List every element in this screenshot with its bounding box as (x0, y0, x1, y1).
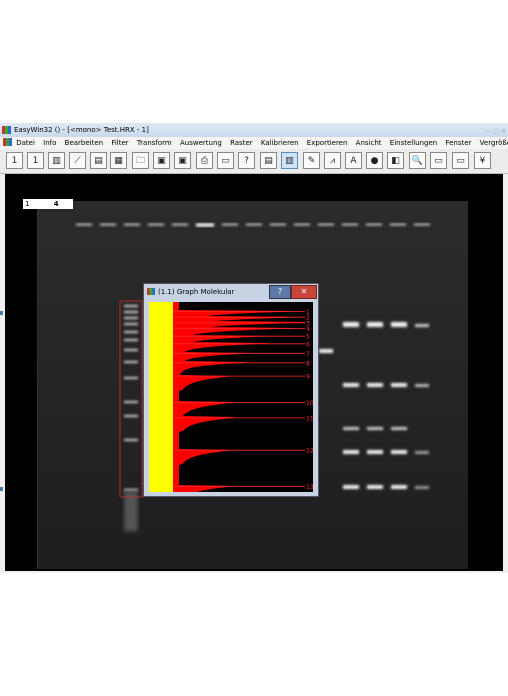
open-folder-icon[interactable]: 🗀 (132, 152, 149, 169)
graph-icon[interactable]: ⩘ (324, 152, 341, 169)
peak-label-11: 11 (306, 415, 313, 422)
window2-icon[interactable]: ▭ (452, 152, 469, 169)
color-icon[interactable]: ● (366, 152, 383, 169)
more-icon[interactable]: ¥ (474, 152, 491, 169)
peak-label-12: 12 (306, 448, 313, 455)
contrast-icon[interactable]: ◧ (387, 152, 404, 169)
tool-6-icon[interactable]: ▦ (110, 152, 127, 169)
window-title: EasyWin32 () - [<mono> Test.HRX - 1] (14, 126, 149, 134)
save-icon[interactable]: ▣ (153, 152, 170, 169)
left-scroll-marker-2[interactable] (0, 487, 3, 491)
app-icon (2, 126, 11, 134)
peak-label-6: 6 (306, 341, 310, 348)
menu-einstellungen[interactable]: Einstellungen (390, 139, 437, 147)
graph-close-button[interactable]: ✕ (291, 285, 317, 299)
edit-icon[interactable]: ▤ (260, 152, 277, 169)
menu-ansicht[interactable]: Ansicht (356, 139, 382, 147)
help-icon[interactable]: ? (238, 152, 255, 169)
coordinate-box: 1 4 (23, 199, 73, 209)
menu-transform[interactable]: Transform (137, 139, 172, 147)
profile-fill (173, 302, 308, 492)
title-bar: EasyWin32 () - [<mono> Test.HRX - 1] — ▢… (0, 123, 508, 137)
peak-label-13: 13 (306, 484, 313, 491)
density-profile: 12345678910111213 (149, 302, 314, 492)
peak-label-8: 8 (306, 360, 310, 367)
menu-info[interactable]: Info (43, 139, 56, 147)
tool-3-icon[interactable]: ▥ (48, 152, 65, 169)
tool-2-icon[interactable]: 1 (27, 152, 44, 169)
menu-bar: Datei Info Bearbeiten Filter Transform A… (0, 137, 508, 149)
menu-bearbeiten[interactable]: Bearbeiten (65, 139, 103, 147)
menu-auswertung[interactable]: Auswertung (180, 139, 222, 147)
left-scroll-marker[interactable] (0, 311, 3, 315)
coord-label: 1 (25, 200, 30, 208)
window-icon[interactable]: ▭ (430, 152, 447, 169)
peak-label-10: 10 (306, 400, 313, 407)
peak-label-9: 9 (306, 374, 310, 381)
menu-exportieren[interactable]: Exportieren (307, 139, 348, 147)
zoom-icon[interactable]: 🔍 (409, 152, 426, 169)
menu-filter[interactable]: Filter (111, 139, 128, 147)
graph-plot-area[interactable]: 1 2 3 4 5 6 7 8 9 10 11 12 13 (149, 302, 314, 492)
lanes-icon[interactable]: ▥ (281, 152, 298, 169)
image-icon[interactable]: ▭ (217, 152, 234, 169)
graph-molekular-window[interactable]: (1.1) Graph Molekular ? ✕ 1 2 3 4 5 6 7 8 9 10 11 1… (143, 283, 319, 497)
menu-datei[interactable]: Datei (16, 139, 35, 147)
baseline-band (149, 302, 173, 492)
text-icon[interactable]: A (345, 152, 362, 169)
tool-4-icon[interactable]: ⟋ (69, 152, 86, 169)
menu-fenster[interactable]: Fenster (445, 139, 471, 147)
save-as-icon[interactable]: ▣ (174, 152, 191, 169)
peak-label-4: 4 (306, 326, 310, 333)
tool-1-icon[interactable]: 1 (6, 152, 23, 169)
graph-help-button[interactable]: ? (269, 285, 291, 299)
menu-raster[interactable]: Raster (230, 139, 253, 147)
menu-kalibrieren[interactable]: Kalibrieren (261, 139, 299, 147)
peak-label-7: 7 (306, 351, 310, 358)
menu-app-icon (3, 138, 12, 146)
brush-icon[interactable]: ✎ (303, 152, 320, 169)
peak-label-5: 5 (306, 334, 310, 341)
toolbar: 1 1 ▥ ⟋ ▤ ▦ 🗀 ▣ ▣ ⎙ ▭? ▤ ▥ ✎ ⩘ A ● ◧ 🔍 ▭ ▭ ¥ (0, 149, 508, 174)
print-icon[interactable]: ⎙ (196, 152, 213, 169)
graph-window-title: (1.1) Graph Molekular (158, 288, 235, 296)
graph-window-icon (147, 288, 155, 295)
graph-title-bar[interactable]: (1.1) Graph Molekular ? ✕ (144, 284, 318, 300)
tool-5-icon[interactable]: ▤ (90, 152, 107, 169)
coord-value: 4 (53, 200, 59, 208)
menu-vergroesserung[interactable]: Vergrößerung (480, 139, 508, 147)
